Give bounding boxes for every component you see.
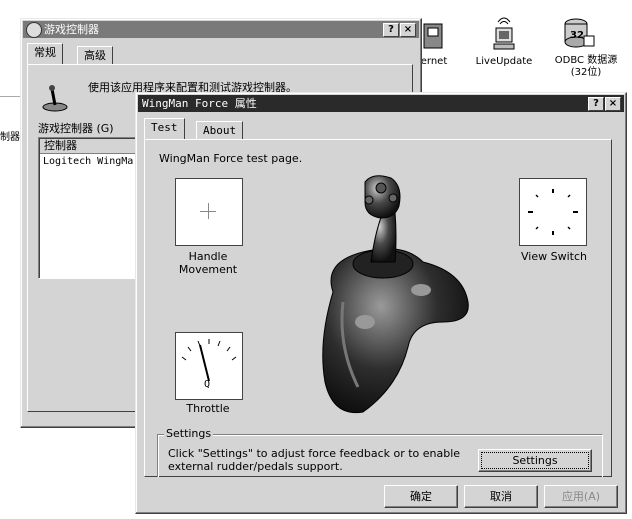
help-button[interactable]: ?: [383, 23, 399, 37]
desktop-label-fragment[interactable]: 制器: [0, 132, 22, 144]
crosshair-vertical: [208, 203, 209, 219]
settings-button[interactable]: Settings: [478, 449, 592, 472]
desktop-label-liveupdate[interactable]: LiveUpdate: [466, 56, 542, 68]
settings-description: Click "Settings" to adjust force feedbac…: [168, 447, 461, 473]
test-page-text: WingMan Force test page.: [159, 152, 303, 165]
close-button[interactable]: ×: [400, 23, 416, 37]
ok-button[interactable]: 确定: [384, 485, 458, 508]
desktop-icon-odbc[interactable]: 32: [560, 14, 596, 54]
wingman-titlebar[interactable]: WingMan Force 属性 ? ×: [138, 95, 624, 112]
controller-list-label: 游戏控制器 (G): [38, 122, 114, 135]
view-switch-label: View Switch: [521, 250, 587, 263]
wingman-title: WingMan Force 属性: [142, 97, 257, 110]
tab-general[interactable]: 常规: [27, 43, 63, 64]
tab-advanced[interactable]: 高级: [77, 46, 113, 65]
tab-about[interactable]: About: [196, 121, 244, 140]
internet-icon: [423, 23, 443, 49]
controller-list-item[interactable]: Logitech WingMa: [43, 156, 133, 167]
cancel-button[interactable]: 取消: [464, 485, 538, 508]
handle-movement-display: [175, 178, 243, 246]
throttle-mark: Q: [204, 379, 211, 390]
svg-text:32: 32: [570, 30, 584, 41]
test-tab-panel: WingMan Force test page. Handle Movement…: [144, 139, 612, 477]
throttle-label: Throttle: [186, 402, 230, 415]
game-controllers-titlebar[interactable]: 游戏控制器 ? ×: [23, 21, 419, 38]
odbc-database-icon: 32: [564, 18, 595, 48]
apply-button[interactable]: 应用(A): [544, 485, 618, 508]
throttle-gauge: Q: [175, 332, 243, 400]
game-controllers-title: 游戏控制器: [44, 23, 99, 36]
desktop-divider: [0, 96, 22, 97]
window-app-icon: [26, 22, 42, 38]
settings-group-label: Settings: [164, 427, 214, 440]
desktop-icon-liveupdate[interactable]: [488, 14, 520, 54]
view-switch-dial: [528, 189, 578, 235]
liveupdate-icon: [493, 17, 515, 50]
help-button[interactable]: ?: [588, 97, 604, 111]
view-switch-display: [519, 178, 587, 246]
settings-group: Settings Click "Settings" to adjust forc…: [157, 427, 603, 477]
tab-test[interactable]: Test: [144, 118, 185, 139]
desktop-icon-internet[interactable]: [418, 18, 448, 54]
handle-movement-label: Handle Movement: [178, 250, 238, 276]
joystick-icon: [42, 85, 68, 112]
wingman-properties-window[interactable]: WingMan Force 属性 ? × Test About WingMan …: [135, 92, 627, 514]
joystick-image: [322, 175, 469, 414]
desktop-label-odbc[interactable]: ODBC 数据源 (32位): [542, 55, 630, 79]
close-button[interactable]: ×: [605, 97, 621, 111]
